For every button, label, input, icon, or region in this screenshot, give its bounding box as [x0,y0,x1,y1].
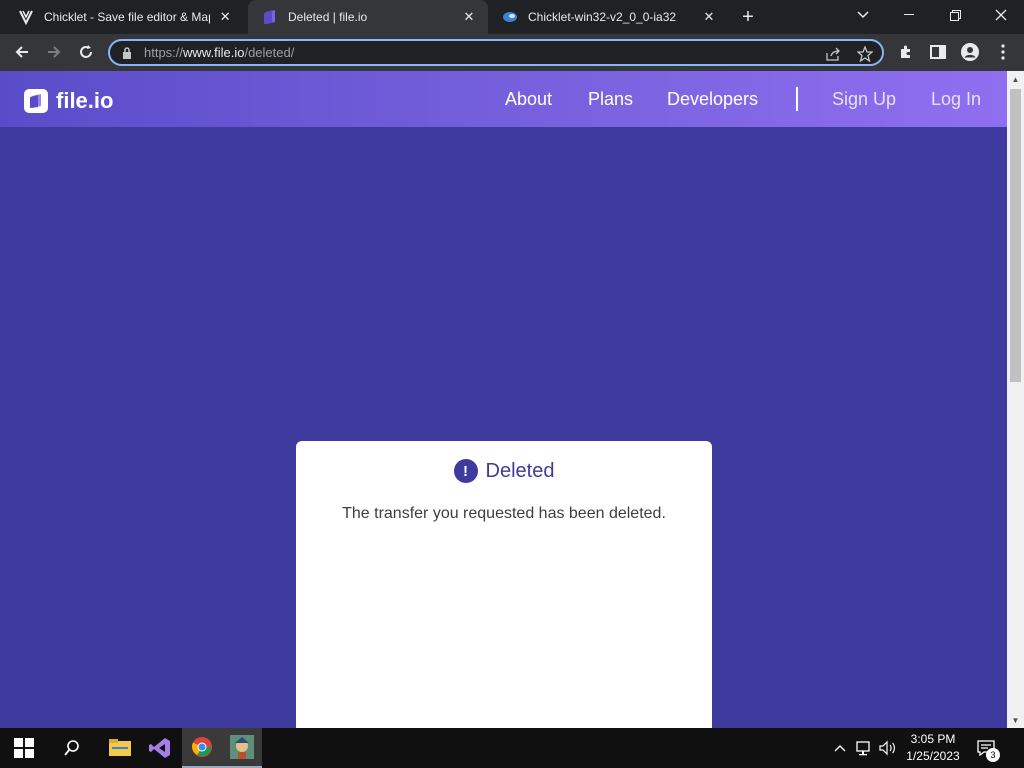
tab-search-chevron-icon[interactable] [840,0,886,30]
url-scheme: https:// [144,45,184,60]
clock-date: 1/25/2023 [906,749,960,763]
back-arrow-icon[interactable] [8,38,36,66]
deleted-message-card: ! Deleted The transfer you requested has… [296,441,712,728]
lock-icon[interactable] [120,46,134,60]
file-explorer-icon[interactable] [100,728,140,768]
notification-count-badge: 3 [986,748,1000,762]
fileio-logo-icon [24,89,48,113]
chicklet-favicon-icon [18,9,34,25]
url-path: /deleted/ [244,45,295,60]
new-tab-button[interactable]: + [736,5,760,29]
exclamation-alert-icon: ! [453,459,478,483]
close-icon[interactable]: ✕ [700,8,718,26]
search-icon[interactable] [52,728,92,768]
tab-title: Chicklet-win32-v2_0_0-ia32 [528,10,677,24]
tab-chicklet-release[interactable]: Chicklet-win32-v2_0_0-ia32 ✕ [488,0,728,34]
reload-icon[interactable] [72,38,100,66]
logo-text: file.io [56,88,114,113]
network-icon[interactable] [855,738,875,758]
tab-fileio-deleted[interactable]: Deleted | file.io ✕ [248,0,488,34]
scrollbar-thumb[interactable] [1010,89,1021,382]
nav-divider [796,87,798,111]
close-icon[interactable]: ✕ [216,8,234,26]
tab-strip: Chicklet - Save file editor & Map ✕ Dele… [0,0,1024,34]
visual-studio-icon[interactable] [140,728,180,768]
side-panel-icon[interactable] [927,41,949,63]
vertical-scrollbar[interactable]: ▲ ▼ [1007,71,1024,728]
chicklet-release-favicon-icon [502,9,518,25]
nav-link-about[interactable]: About [505,89,552,110]
tab-chicklet[interactable]: Chicklet - Save file editor & Map ✕ [4,0,244,34]
kebab-menu-icon[interactable] [992,41,1014,63]
tray-chevron-up-icon[interactable] [830,738,850,758]
scroll-down-arrow-icon[interactable]: ▼ [1007,712,1024,728]
taskbar-clock[interactable]: 3:05 PM 1/25/2023 [900,731,966,765]
volume-icon[interactable] [878,738,898,758]
address-bar[interactable]: https://www.file.io/deleted/ [108,39,884,66]
close-window-icon[interactable] [978,0,1024,30]
browser-toolbar: https://www.file.io/deleted/ [0,34,1024,71]
card-message: The transfer you requested has been dele… [342,505,666,522]
close-icon[interactable]: ✕ [460,8,478,26]
forward-arrow-icon[interactable] [40,38,68,66]
chrome-icon[interactable] [182,728,222,768]
site-logo[interactable]: file.io [24,88,113,114]
url-text[interactable]: https://www.file.io/deleted/ [144,45,294,60]
card-header: ! Deleted [296,459,712,483]
game-app-icon[interactable] [222,728,262,768]
windows-start-icon[interactable] [4,728,44,768]
profile-avatar-icon[interactable] [959,41,981,63]
nav-link-login[interactable]: Log In [931,89,981,110]
scroll-up-arrow-icon[interactable]: ▲ [1007,71,1024,87]
url-host: www.file.io [183,45,245,60]
page-viewport: file.io About Plans Developers Sign Up L… [0,71,1024,728]
fileio-favicon-icon [262,9,278,25]
restore-icon[interactable] [932,0,978,30]
nav-link-signup[interactable]: Sign Up [832,89,896,110]
windows-taskbar: 3:05 PM 1/25/2023 [0,728,1024,768]
extensions-puzzle-icon[interactable] [895,41,917,63]
site-header: file.io About Plans Developers Sign Up L… [0,71,1007,127]
tab-title: Deleted | file.io [288,10,368,24]
share-icon[interactable] [824,45,842,63]
nav-link-developers[interactable]: Developers [667,89,758,110]
card-title: Deleted [485,459,555,482]
tab-title: Chicklet - Save file editor & Map [44,10,211,24]
minimize-icon[interactable] [886,0,932,30]
clock-time: 3:05 PM [910,732,956,746]
bookmark-star-icon[interactable] [856,45,874,63]
nav-link-plans[interactable]: Plans [588,89,633,110]
